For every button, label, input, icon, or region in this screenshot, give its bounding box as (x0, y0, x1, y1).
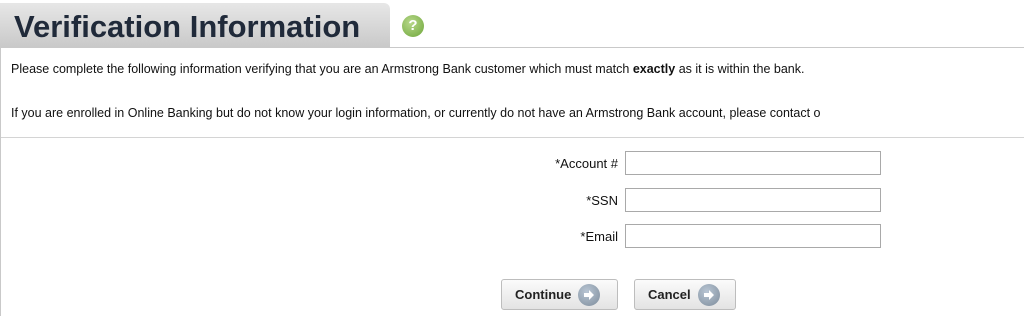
continue-button[interactable]: Continue (501, 279, 618, 310)
intro-text-1-end: as it is within the bank. (675, 62, 805, 76)
divider (1, 137, 1024, 138)
cancel-button[interactable]: Cancel (634, 279, 736, 310)
arrow-right-circle-icon (697, 283, 720, 306)
account-number-label: *Account # (555, 156, 618, 171)
arrow-right-circle-icon (578, 283, 601, 306)
verification-page: Verification Information ? Please comple… (0, 0, 1024, 316)
ssn-label: *SSN (586, 193, 618, 208)
question-mark-icon[interactable]: ? (402, 15, 424, 37)
intro-text-1-start: Please complete the following informatio… (11, 62, 633, 76)
title-tab: Verification Information (0, 3, 390, 47)
account-number-input[interactable] (625, 151, 881, 175)
email-input[interactable] (625, 224, 881, 248)
email-label: *Email (580, 229, 618, 244)
page-title: Verification Information (14, 9, 361, 44)
intro-text-1-emphasis: exactly (632, 62, 676, 76)
cancel-label: Cancel (648, 287, 691, 302)
intro-text-1: Please complete the following informatio… (11, 62, 804, 76)
ssn-input[interactable] (625, 188, 881, 212)
content-panel: Please complete the following informatio… (0, 47, 1024, 316)
continue-label: Continue (515, 287, 572, 302)
intro-text-2: If you are enrolled in Online Banking bu… (11, 106, 821, 120)
